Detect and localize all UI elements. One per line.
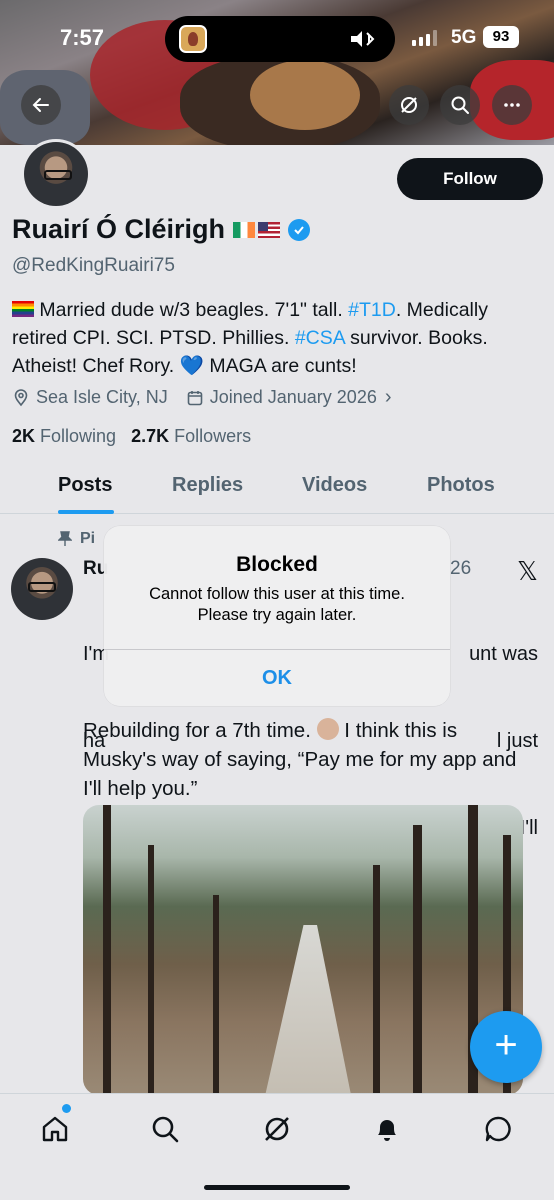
profile-joined[interactable]: Joined January 2026 bbox=[210, 387, 377, 408]
nav-search[interactable] bbox=[148, 1112, 182, 1146]
tab-videos[interactable]: Videos bbox=[302, 474, 367, 497]
profile-tabs: Posts Replies Videos Photos bbox=[0, 466, 554, 514]
chevron-right-icon[interactable]: › bbox=[385, 386, 392, 409]
rainbow-flag-icon bbox=[12, 301, 34, 317]
profile-meta: Sea Isle City, NJ Joined January 2026 › bbox=[12, 386, 392, 409]
pin-icon bbox=[58, 531, 72, 546]
profile-avatar[interactable] bbox=[21, 139, 91, 209]
search-button[interactable] bbox=[440, 85, 480, 125]
nav-home[interactable] bbox=[38, 1112, 72, 1146]
tab-replies[interactable]: Replies bbox=[172, 474, 243, 497]
grok-icon bbox=[401, 97, 417, 113]
home-icon bbox=[42, 1116, 68, 1142]
follow-counts: 2K Following 2.7K Followers bbox=[12, 426, 251, 447]
search-icon bbox=[152, 1116, 179, 1143]
location-pin-icon bbox=[14, 388, 28, 406]
ireland-flag-icon bbox=[233, 221, 256, 238]
more-button[interactable] bbox=[492, 85, 532, 125]
status-time: 7:57 bbox=[60, 25, 105, 50]
back-button[interactable] bbox=[21, 85, 61, 125]
chat-bubble-icon bbox=[485, 1116, 511, 1142]
compose-button[interactable]: + bbox=[470, 1011, 542, 1083]
grok-icon bbox=[265, 1117, 289, 1141]
pinned-label: Pi bbox=[58, 530, 95, 548]
nav-messages[interactable] bbox=[481, 1112, 515, 1146]
more-icon bbox=[504, 103, 520, 107]
bell-icon bbox=[378, 1120, 396, 1141]
signal-icon bbox=[412, 30, 437, 46]
post-author-avatar[interactable] bbox=[11, 558, 73, 620]
compose-plus-icon: + bbox=[494, 1023, 518, 1067]
tab-photos[interactable]: Photos bbox=[427, 474, 495, 497]
post-paragraph: Rebuilding for a 7th time. I think this … bbox=[83, 718, 517, 800]
followers-link[interactable]: 2.7K Followers bbox=[131, 426, 251, 446]
search-icon bbox=[451, 96, 469, 114]
profile-name: Ruairí Ó Cléirigh bbox=[12, 214, 311, 245]
usa-flag-icon bbox=[258, 221, 281, 238]
alert-message: Cannot follow this user at this time. Pl… bbox=[149, 585, 405, 624]
post-photo[interactable] bbox=[83, 805, 523, 1095]
profile-handle: @RedKingRuairi75 bbox=[12, 255, 175, 276]
blocked-alert-dialog: Blocked Cannot follow this user at this … bbox=[104, 526, 450, 706]
dynamic-island bbox=[165, 16, 395, 62]
network-type: 5G bbox=[451, 27, 477, 48]
battery-indicator: 93 bbox=[483, 26, 519, 48]
follow-button[interactable]: Follow bbox=[397, 158, 543, 200]
home-notification-dot bbox=[62, 1104, 71, 1113]
alert-ok-button[interactable]: OK bbox=[104, 650, 450, 706]
verified-badge-icon[interactable] bbox=[288, 218, 311, 241]
home-indicator bbox=[204, 1185, 350, 1190]
nav-notifications[interactable] bbox=[370, 1112, 404, 1146]
bottom-navigation bbox=[0, 1093, 554, 1200]
blue-heart-icon: 💙 bbox=[179, 355, 204, 377]
calendar-icon bbox=[187, 390, 203, 405]
post-date: 26 bbox=[450, 558, 472, 579]
alert-title: Blocked bbox=[236, 553, 318, 576]
grok-button[interactable] bbox=[389, 85, 429, 125]
hashtag-t1d-link[interactable]: #T1D bbox=[348, 299, 396, 321]
live-activity-app-icon bbox=[179, 25, 207, 53]
nav-grok[interactable] bbox=[260, 1112, 294, 1146]
bluetooth-icon bbox=[349, 27, 377, 57]
following-link[interactable]: 2K Following bbox=[12, 426, 116, 446]
facepalm-emoji-icon bbox=[316, 718, 339, 740]
back-arrow-icon bbox=[32, 98, 49, 112]
profile-location: Sea Isle City, NJ bbox=[36, 387, 168, 407]
profile-display-name: Ruairí Ó Cléirigh bbox=[12, 214, 226, 244]
tab-posts[interactable]: Posts bbox=[58, 474, 112, 497]
status-bar: 7:57 5G 93 bbox=[0, 0, 554, 74]
hashtag-csa-link[interactable]: #CSA bbox=[295, 327, 345, 349]
active-tab-indicator bbox=[58, 510, 114, 514]
profile-bio: Married dude w/3 beagles. 7'1" tall. #T1… bbox=[12, 299, 488, 377]
